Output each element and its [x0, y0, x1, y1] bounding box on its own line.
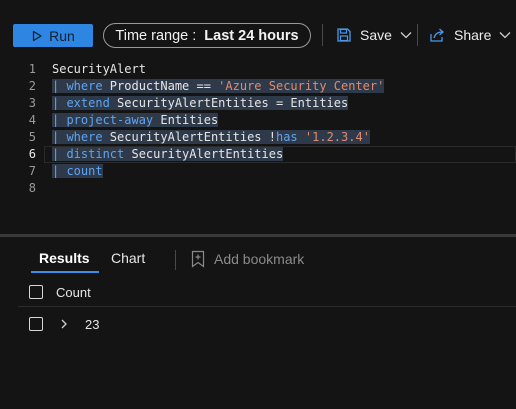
bookmark-icon — [191, 250, 205, 268]
column-header-count[interactable]: Count — [56, 285, 91, 300]
save-label: Save — [360, 27, 392, 43]
code-token: 'Azure Security Center' — [218, 79, 385, 93]
code-token: SecurityAlertEntities ! — [102, 130, 276, 144]
expand-row-button[interactable] — [60, 316, 68, 334]
code-text: | count — [52, 163, 103, 180]
line-number: 2 — [28, 79, 36, 93]
code-line[interactable]: 5 | where SecurityAlertEntities !has '1.2… — [0, 129, 516, 146]
chevron-down-icon — [499, 32, 511, 39]
toolbar-divider — [322, 24, 323, 46]
time-range-value: Last 24 hours — [204, 27, 299, 44]
code-line[interactable]: 3 | extend SecurityAlertEntities = Entiti… — [0, 95, 516, 112]
code-line[interactable]: 8 — [0, 180, 516, 197]
share-label: Share — [454, 27, 492, 43]
tab-chart[interactable]: Chart — [111, 250, 145, 274]
code-token: distinct — [66, 147, 125, 161]
run-label: Run — [49, 27, 75, 44]
chevron-right-icon — [61, 319, 67, 329]
line-number: 4 — [28, 113, 36, 127]
toolbar-divider — [417, 24, 418, 46]
code-token: where — [66, 130, 103, 144]
query-toolbar: Run Time range : Last 24 hours Save Shar… — [0, 0, 516, 60]
count-cell: 23 — [85, 317, 100, 332]
code-text: SecurityAlert — [52, 61, 146, 78]
code-text: | extend SecurityAlertEntities = Entitie… — [52, 95, 349, 112]
code-token: | — [52, 130, 67, 144]
code-token: ProductName == — [102, 79, 219, 93]
time-range-picker[interactable]: Time range : Last 24 hours — [103, 23, 311, 48]
code-text: | distinct SecurityAlertEntities — [52, 146, 284, 163]
share-icon — [430, 28, 444, 42]
save-icon — [337, 28, 351, 42]
line-number: 6 — [28, 147, 36, 161]
line-number: 1 — [28, 62, 36, 76]
row-checkbox[interactable] — [29, 317, 43, 331]
code-token: count — [66, 164, 103, 178]
code-token: | — [52, 79, 67, 93]
code-token: extend — [66, 96, 110, 110]
code-line[interactable]: 7 | count — [0, 163, 516, 180]
code-token: | — [52, 164, 67, 178]
code-token — [297, 130, 305, 144]
code-text: | where ProductName == 'Azure Security C… — [52, 78, 385, 95]
code-line[interactable]: 6 | distinct SecurityAlertEntities — [0, 146, 516, 163]
results-header-row — [18, 280, 516, 307]
add-bookmark-button[interactable]: Add bookmark — [190, 250, 304, 268]
play-icon — [33, 30, 42, 41]
code-token: | — [52, 147, 67, 161]
code-token: SecurityAlertEntities = Entities — [109, 96, 349, 110]
line-number: 5 — [28, 130, 36, 144]
tabs-divider — [175, 250, 176, 270]
code-text: | project-away Entities — [52, 112, 219, 129]
line-number: 7 — [28, 164, 36, 178]
code-line[interactable]: 2 | where ProductName == 'Azure Security … — [0, 78, 516, 95]
editor-results-splitter[interactable] — [0, 234, 516, 237]
code-token: | — [52, 113, 67, 127]
code-token: SecurityAlertEntities — [124, 147, 284, 161]
code-token: SecurityAlert — [52, 62, 146, 76]
time-range-label: Time range : — [115, 27, 197, 44]
code-token: | — [52, 96, 67, 110]
code-token: project-away — [66, 113, 154, 127]
select-all-checkbox[interactable] — [29, 285, 43, 299]
code-line[interactable]: 4 | project-away Entities — [0, 112, 516, 129]
query-editor[interactable]: 1 SecurityAlert 2 | where ProductName == 'A… — [0, 58, 516, 233]
code-line[interactable]: 1 SecurityAlert — [0, 61, 516, 78]
share-button[interactable]: Share — [429, 22, 511, 48]
line-number: 3 — [28, 96, 36, 110]
code-token: Entities — [153, 113, 219, 127]
code-token: '1.2.3.4' — [304, 130, 370, 144]
line-number: 8 — [28, 181, 36, 195]
code-text: | where SecurityAlertEntities !has '1.2.… — [52, 129, 370, 146]
active-tab-indicator — [31, 271, 99, 273]
add-bookmark-label: Add bookmark — [214, 251, 305, 267]
save-button[interactable]: Save — [336, 22, 412, 48]
code-token: where — [66, 79, 103, 93]
chevron-down-icon — [400, 32, 412, 39]
code-token: has — [275, 130, 298, 144]
run-button[interactable]: Run — [13, 24, 93, 47]
